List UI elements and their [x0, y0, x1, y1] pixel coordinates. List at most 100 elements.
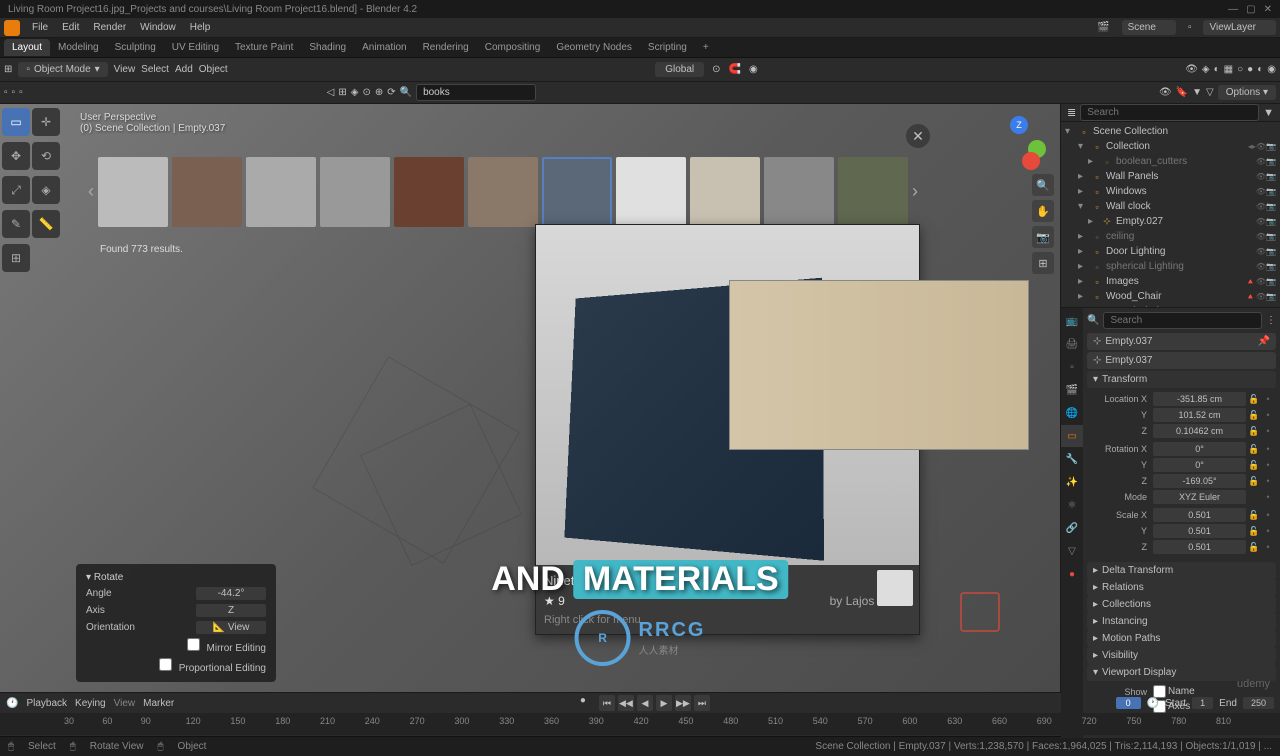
orientation-selector[interactable]: Global [655, 62, 704, 77]
asset-thumbnail[interactable] [320, 157, 390, 227]
rotation-z[interactable]: -169.05° [1153, 474, 1246, 488]
tab-animation[interactable]: Animation [354, 39, 414, 56]
filter-eye-icon[interactable]: 👁 [1159, 87, 1172, 98]
tab-modifiers[interactable]: 🔧 [1061, 448, 1083, 470]
options-button[interactable]: Options ▾ [1218, 85, 1276, 100]
viewlayer-selector[interactable]: ViewLayer [1203, 20, 1276, 35]
select-mode-icon[interactable]: ▫ [4, 87, 8, 98]
scale-x[interactable]: 0.501 [1153, 508, 1246, 522]
asset-thumbnail[interactable] [394, 157, 464, 227]
tab-add[interactable]: + [695, 39, 717, 56]
editor-type-icon[interactable]: ≣ [1067, 106, 1076, 119]
select-mode-icon2[interactable]: ▫ [12, 87, 16, 98]
measure-tool[interactable]: 📏 [32, 210, 60, 238]
tab-constraints[interactable]: 🔗 [1061, 517, 1083, 539]
3d-viewport[interactable]: ▭ ✛ ✥ ⟲ ⤢ ◈ ✎ 📏 ⊞ User Perspective (0) S… [0, 104, 1060, 692]
lock-icon[interactable]: 🔓 [1248, 476, 1260, 487]
mirror-editing-checkbox[interactable] [187, 638, 200, 651]
asset-thumbnail[interactable] [616, 157, 686, 227]
tab-data[interactable]: ▽ [1061, 540, 1083, 562]
section-header[interactable]: ▸ Relations [1087, 579, 1276, 596]
lock-icon[interactable]: 🔓 [1248, 460, 1260, 471]
asset-thumbnail[interactable] [542, 157, 612, 227]
asset-nav-icon[interactable]: ◁ [327, 87, 335, 98]
editor-type-icon[interactable]: 🕐 [6, 698, 18, 709]
tab-scripting[interactable]: Scripting [640, 39, 695, 56]
lock-icon[interactable]: 🔓 [1248, 394, 1260, 405]
tab-modeling[interactable]: Modeling [50, 39, 107, 56]
asset-thumbnail[interactable] [468, 157, 538, 227]
asset-thumbnail[interactable] [838, 157, 908, 227]
prev-key-button[interactable]: ◀◀ [618, 695, 634, 711]
tab-geonodes[interactable]: Geometry Nodes [548, 39, 640, 56]
select-mode-icon3[interactable]: ▫ [19, 87, 23, 98]
lock-icon[interactable]: 🔓 [1248, 426, 1260, 437]
tab-rendering[interactable]: Rendering [415, 39, 477, 56]
asset-thumbnail[interactable] [246, 157, 316, 227]
timeline-ruler[interactable]: 30 60 90 120 150 180 210 240 270 300 330… [0, 713, 1280, 735]
menu-select[interactable]: Select [141, 64, 169, 75]
proportional-editing-checkbox[interactable] [159, 658, 172, 671]
jump-end-button[interactable]: ⏭ [694, 695, 710, 711]
menu-help[interactable]: Help [184, 20, 217, 35]
filter-icon[interactable]: ▼ [1263, 107, 1274, 119]
menu-render[interactable]: Render [87, 20, 132, 35]
shading-rendered-icon[interactable]: ◉ [1267, 64, 1276, 75]
filter-icon[interactable]: ▼ [1192, 87, 1202, 98]
lock-icon[interactable]: 🔓 [1248, 510, 1260, 521]
move-tool[interactable]: ✥ [2, 142, 30, 170]
asset-next-button[interactable]: › [912, 157, 918, 227]
section-header[interactable]: ▸ Instancing [1087, 613, 1276, 630]
axis-value[interactable]: Z [196, 604, 266, 617]
jump-start-button[interactable]: ⏮ [599, 695, 615, 711]
lock-icon[interactable]: 🔓 [1248, 542, 1260, 553]
options-icon[interactable]: ⋮ [1266, 315, 1276, 326]
section-header[interactable]: ▾ Transform [1087, 371, 1276, 388]
filter-funnel-icon[interactable]: ▽ [1206, 87, 1214, 98]
navigation-gizmo[interactable]: Z [992, 116, 1046, 170]
tab-render[interactable]: 📺 [1061, 310, 1083, 332]
pin-icon[interactable]: 📌 [1258, 336, 1270, 347]
add-tool[interactable]: ⊞ [2, 244, 30, 272]
next-key-button[interactable]: ▶▶ [675, 695, 691, 711]
cursor-tool[interactable]: ✛ [32, 108, 60, 136]
maximize-icon[interactable]: ▢ [1246, 4, 1255, 15]
snap-icon[interactable]: 🧲 [729, 64, 741, 75]
tab-viewlayer[interactable]: ▫ [1061, 356, 1083, 378]
annotate-tool[interactable]: ✎ [2, 210, 30, 238]
asset-prev-button[interactable]: ‹ [88, 157, 94, 227]
properties-breadcrumb[interactable]: ⊹ Empty.037 📌 [1087, 333, 1276, 350]
asset-thumbnail[interactable] [764, 157, 834, 227]
close-icon[interactable]: ✕ [906, 124, 930, 148]
tab-object[interactable]: ▭ [1061, 425, 1083, 447]
transform-manipulator[interactable] [960, 592, 1000, 632]
gizmo-z-axis[interactable]: Z [1010, 116, 1028, 134]
filter-bookmark-icon[interactable]: 🔖 [1176, 87, 1188, 98]
tab-world[interactable]: 🌐 [1061, 402, 1083, 424]
operator-redo-panel[interactable]: ▾ Rotate Angle-44.2° AxisZ Orientation📐 … [76, 564, 276, 682]
gizmo-toggle-icon[interactable]: ◈ [1202, 64, 1210, 75]
tab-physics[interactable]: ⚛ [1061, 494, 1083, 516]
mode-selector[interactable]: ▫ Object Mode ▾ [18, 62, 107, 77]
pan-icon[interactable]: ✋ [1032, 200, 1054, 222]
pivot-icon[interactable]: ⊙ [712, 64, 720, 75]
overlay-toggle-icon[interactable]: ◐ [1214, 64, 1220, 75]
xray-icon[interactable]: ▦ [1224, 64, 1233, 75]
asset-cat-icon[interactable]: ◈ [351, 87, 359, 98]
lock-icon[interactable]: 🔓 [1248, 410, 1260, 421]
start-frame[interactable]: 1 [1192, 697, 1213, 709]
location-y[interactable]: 101.52 cm [1153, 408, 1246, 422]
end-frame[interactable]: 250 [1243, 697, 1274, 709]
editor-type-icon[interactable]: ⊞ [4, 64, 12, 75]
location-z[interactable]: 0.10462 cm [1153, 424, 1246, 438]
angle-value[interactable]: -44.2° [196, 587, 266, 600]
menu-window[interactable]: Window [134, 20, 182, 35]
scale-y[interactable]: 0.501 [1153, 524, 1246, 538]
asset-lib-icon[interactable]: ⊞ [338, 87, 346, 98]
menu-file[interactable]: File [26, 20, 54, 35]
tab-uvediting[interactable]: UV Editing [164, 39, 227, 56]
autokey-icon[interactable]: ● [580, 695, 586, 711]
perspective-toggle-icon[interactable]: ⊞ [1032, 252, 1054, 274]
zoom-icon[interactable]: 🔍 [1032, 174, 1054, 196]
clock-icon[interactable]: 🕐 [1147, 698, 1159, 709]
